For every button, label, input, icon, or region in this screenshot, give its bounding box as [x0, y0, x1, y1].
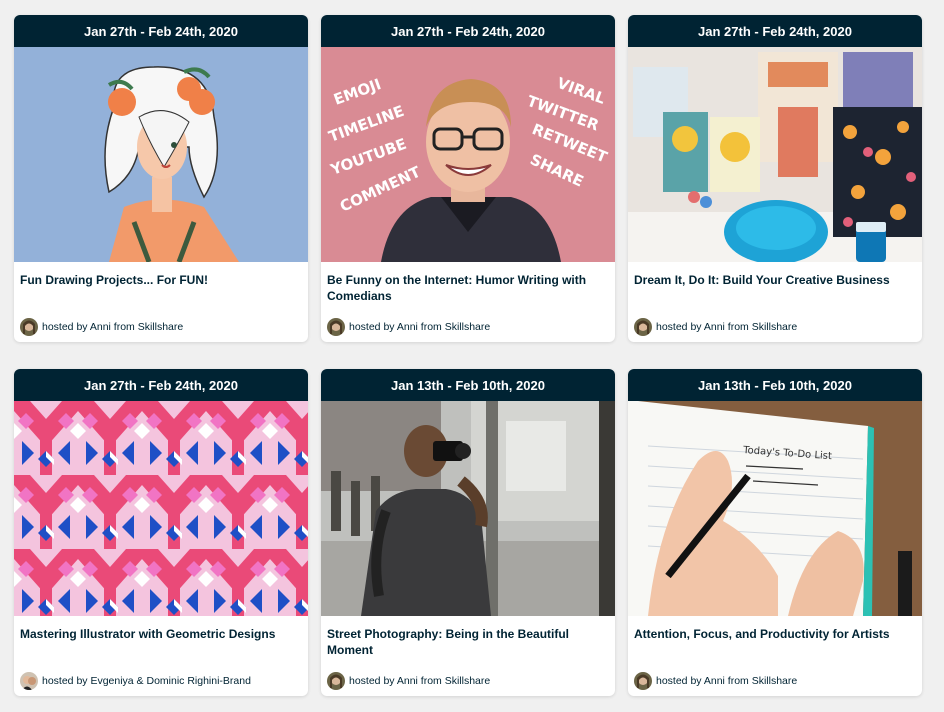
class-card-4[interactable]: Jan 27th - Feb 24th, 2020 Mastering Illu… [14, 369, 308, 696]
card-title[interactable]: Attention, Focus, and Productivity for A… [628, 616, 922, 666]
card-title[interactable]: Mastering Illustrator with Geometric Des… [14, 616, 308, 666]
smiling-man-with-social-words: EMOJI TIMELINE YOUTUBE COMMENT VIRAL TWI… [321, 47, 615, 262]
card-thumbnail[interactable] [628, 47, 922, 262]
class-card-5[interactable]: Jan 13th - Feb 10th, 2020 Street Photogr… [321, 369, 615, 696]
card-thumbnail[interactable] [14, 401, 308, 616]
illustration-girl-with-oranges [14, 47, 308, 262]
host-label: hosted by Anni from Skillshare [42, 321, 184, 333]
card-thumbnail[interactable]: EMOJI TIMELINE YOUTUBE COMMENT VIRAL TWI… [321, 47, 615, 262]
host-label: hosted by Evgeniya & Dominic Righini-Bra… [42, 675, 251, 687]
class-card-1[interactable]: Jan 27th - Feb 24th, 2020 Fun Drawing Pr… [14, 15, 308, 342]
host-label: hosted by Anni from Skillshare [656, 675, 798, 687]
host-label: hosted by Anni from Skillshare [349, 321, 491, 333]
avatar [20, 672, 38, 690]
card-host: hosted by Anni from Skillshare [327, 318, 490, 336]
card-thumbnail[interactable]: Today's To-Do List [628, 401, 922, 616]
geometric-pattern [14, 401, 308, 616]
class-card-2[interactable]: Jan 27th - Feb 24th, 2020 EMOJI TIMELINE… [321, 15, 615, 342]
card-date: Jan 27th - Feb 24th, 2020 [321, 15, 615, 47]
hand-writing-todo-list: Today's To-Do List [628, 401, 922, 616]
card-thumbnail[interactable] [321, 401, 615, 616]
card-title[interactable]: Dream It, Do It: Build Your Creative Bus… [628, 262, 922, 312]
card-host: hosted by Anni from Skillshare [634, 318, 797, 336]
card-date: Jan 27th - Feb 24th, 2020 [628, 15, 922, 47]
craft-products-table [628, 47, 922, 262]
avatar [327, 318, 345, 336]
card-host: hosted by Anni from Skillshare [20, 318, 183, 336]
card-date: Jan 13th - Feb 10th, 2020 [628, 369, 922, 401]
card-host: hosted by Anni from Skillshare [634, 672, 797, 690]
street-photographer [321, 401, 615, 616]
card-date: Jan 27th - Feb 24th, 2020 [14, 15, 308, 47]
avatar [634, 318, 652, 336]
card-title[interactable]: Be Funny on the Internet: Humor Writing … [321, 262, 615, 312]
class-card-3[interactable]: Jan 27th - Feb 24th, 2020 Dream It, Do I… [628, 15, 922, 342]
card-date: Jan 27th - Feb 24th, 2020 [14, 369, 308, 401]
card-host: hosted by Evgeniya & Dominic Righini-Bra… [20, 672, 251, 690]
host-label: hosted by Anni from Skillshare [656, 321, 798, 333]
class-card-6[interactable]: Jan 13th - Feb 10th, 2020 Today's To-Do … [628, 369, 922, 696]
card-date: Jan 13th - Feb 10th, 2020 [321, 369, 615, 401]
avatar [634, 672, 652, 690]
card-host: hosted by Anni from Skillshare [327, 672, 490, 690]
card-title[interactable]: Street Photography: Being in the Beautif… [321, 616, 615, 666]
avatar [20, 318, 38, 336]
card-thumbnail[interactable] [14, 47, 308, 262]
avatar [327, 672, 345, 690]
card-title[interactable]: Fun Drawing Projects... For FUN! [14, 262, 308, 312]
host-label: hosted by Anni from Skillshare [349, 675, 491, 687]
